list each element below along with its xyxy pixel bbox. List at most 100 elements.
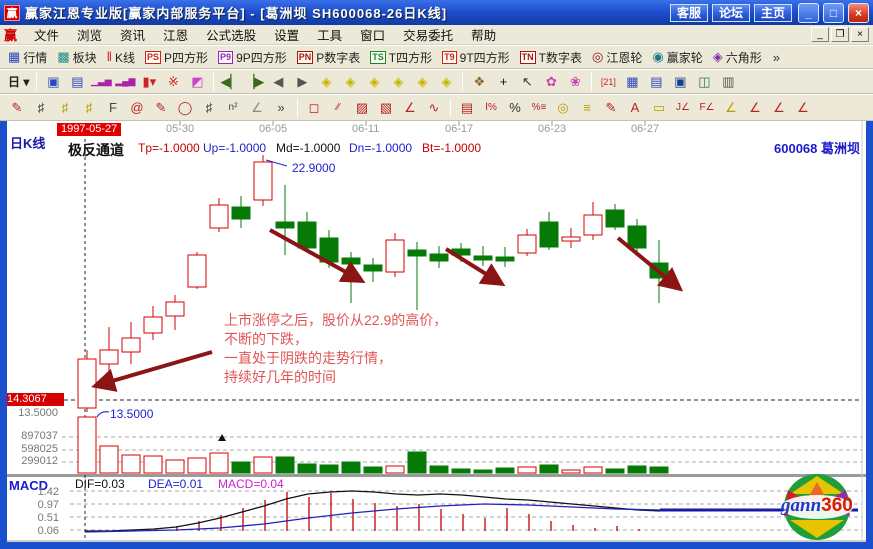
bars9-icon[interactable]: ▂▄▆: [114, 72, 136, 92]
candle[interactable]: [188, 252, 206, 289]
volume-bar[interactable]: [144, 456, 162, 473]
candle[interactable]: [584, 202, 602, 240]
volume-bar[interactable]: [78, 417, 96, 473]
toolbar-item-hexagon[interactable]: ◈六角形: [711, 48, 764, 67]
menu-item-文件[interactable]: 文件: [25, 24, 68, 45]
pink-wave-icon[interactable]: ❀: [564, 72, 586, 92]
last-page-icon[interactable]: ▕▶: [243, 72, 265, 92]
volume-bar[interactable]: [232, 462, 250, 473]
volume-bar[interactable]: [276, 457, 294, 473]
h-shrink-icon[interactable]: ◈: [387, 72, 409, 92]
toolbar-item-t-number[interactable]: TNT数字表: [518, 48, 584, 67]
gold-grid-tool-icon[interactable]: ♯: [54, 98, 76, 118]
info-panel-icon[interactable]: ▤: [66, 72, 88, 92]
pointer-icon[interactable]: ↖: [516, 72, 538, 92]
wave-a-tool-icon[interactable]: A: [624, 98, 646, 118]
menu-item-交易委托[interactable]: 交易委托: [394, 24, 462, 45]
toolbar-item-p-number[interactable]: PNP数字表: [295, 48, 363, 67]
h-expand-icon[interactable]: ◈: [363, 72, 385, 92]
speed-angle-tool-icon[interactable]: ∠: [744, 98, 766, 118]
minimize-button[interactable]: _: [798, 3, 819, 23]
f-angle-tool-icon[interactable]: F∠: [696, 98, 718, 118]
volume-bar[interactable]: [364, 467, 382, 473]
volume-bar[interactable]: [496, 468, 514, 473]
printer-icon[interactable]: ▥: [717, 72, 739, 92]
j-angle-tool-icon[interactable]: J∠: [672, 98, 694, 118]
angle-line-tool-icon[interactable]: ∠: [399, 98, 421, 118]
volume-bar[interactable]: [430, 466, 448, 473]
volume-bar[interactable]: [320, 465, 338, 473]
candle[interactable]: [386, 233, 404, 277]
volume-bar[interactable]: [342, 462, 360, 473]
four-angle-tool-icon[interactable]: ∠: [792, 98, 814, 118]
candle[interactable]: [562, 228, 580, 248]
more-tools[interactable]: »: [270, 98, 292, 118]
volume-bar[interactable]: [298, 464, 316, 473]
volume-bar[interactable]: [166, 460, 184, 473]
candle[interactable]: [232, 196, 250, 228]
grid-comb-tool-icon[interactable]: ♯: [30, 98, 52, 118]
toolbar-item-p-square[interactable]: PSP四方形: [143, 48, 210, 67]
candle[interactable]: [518, 229, 536, 256]
mdi-close-button[interactable]: ×: [851, 27, 869, 42]
toolbar-item-winner-wheel[interactable]: ◉赢家轮: [650, 48, 704, 67]
toolbar-overflow-icon[interactable]: »: [770, 50, 783, 65]
volume-bar[interactable]: [122, 455, 140, 473]
mdi-restore-button[interactable]: ❐: [831, 27, 849, 42]
candle[interactable]: [364, 258, 382, 282]
percent-line-tool-icon[interactable]: Ⅰ%: [480, 98, 502, 118]
volume-bar[interactable]: [584, 467, 602, 473]
volume-bar[interactable]: [452, 469, 470, 473]
wave-tool-icon[interactable]: ∿: [423, 98, 445, 118]
menu-item-江恩[interactable]: 江恩: [154, 24, 197, 45]
volume-bar[interactable]: [628, 466, 646, 473]
menu-item-工具[interactable]: 工具: [308, 24, 351, 45]
zoom-right-icon[interactable]: ◈: [339, 72, 361, 92]
candle[interactable]: [496, 247, 514, 267]
gold-angle-tool-icon[interactable]: ∠: [720, 98, 742, 118]
color-chart-icon[interactable]: ◩: [186, 72, 208, 92]
pink-grid-icon[interactable]: ✿: [540, 72, 562, 92]
volume-bar[interactable]: [562, 470, 580, 473]
prev-icon[interactable]: ◀: [267, 72, 289, 92]
menu-item-资讯[interactable]: 资讯: [111, 24, 154, 45]
candle-style-icon[interactable]: ▮▾: [138, 72, 160, 92]
gold-box-tool-icon[interactable]: ▭: [648, 98, 670, 118]
candle[interactable]: [606, 204, 624, 230]
volume-bar[interactable]: [540, 465, 558, 473]
hand-tool-icon[interactable]: ❖: [468, 72, 490, 92]
volume-bar[interactable]: [210, 453, 228, 473]
bars3-icon[interactable]: ▁▃▅: [90, 72, 112, 92]
pen-tool-icon[interactable]: ✎: [6, 98, 28, 118]
candle[interactable]: [166, 295, 184, 330]
comb2-tool-icon[interactable]: ♯: [198, 98, 220, 118]
menu-item-浏览[interactable]: 浏览: [68, 24, 111, 45]
pane-separator[interactable]: [7, 474, 866, 477]
candle[interactable]: [78, 350, 96, 412]
pen-candle-tool-icon[interactable]: ✎: [600, 98, 622, 118]
candle[interactable]: [430, 246, 448, 268]
candle[interactable]: [100, 327, 118, 384]
multi-window-icon[interactable]: ▣: [42, 72, 64, 92]
titlebar-link-主页[interactable]: 主页: [754, 4, 792, 22]
candle[interactable]: [122, 322, 140, 364]
maximize-button[interactable]: □: [823, 3, 844, 23]
gold-levels-tool-icon[interactable]: ≡: [576, 98, 598, 118]
v-expand-icon[interactable]: ◈: [411, 72, 433, 92]
candle[interactable]: [408, 242, 426, 310]
menu-item-帮助[interactable]: 帮助: [462, 24, 505, 45]
next-icon[interactable]: ▶: [291, 72, 313, 92]
circle-clock-tool-icon[interactable]: ◯: [174, 98, 196, 118]
toolbar-item-kline[interactable]: ‖K线: [105, 48, 137, 67]
volume-bar[interactable]: [474, 470, 492, 473]
candle[interactable]: [474, 246, 492, 266]
calendar-21-icon[interactable]: [21]: [597, 72, 619, 92]
win-angle-tool-icon[interactable]: ∠: [768, 98, 790, 118]
calculator-icon[interactable]: ▦: [621, 72, 643, 92]
toolbar-item-9t-square[interactable]: T99T四方形: [440, 48, 512, 67]
titlebar-link-客服[interactable]: 客服: [670, 4, 708, 22]
gann-circle-tool-icon[interactable]: ◎: [552, 98, 574, 118]
box-tool-icon[interactable]: ◻: [303, 98, 325, 118]
volume-bar[interactable]: [386, 466, 404, 473]
shaded-box-tool-icon[interactable]: ▨: [351, 98, 373, 118]
